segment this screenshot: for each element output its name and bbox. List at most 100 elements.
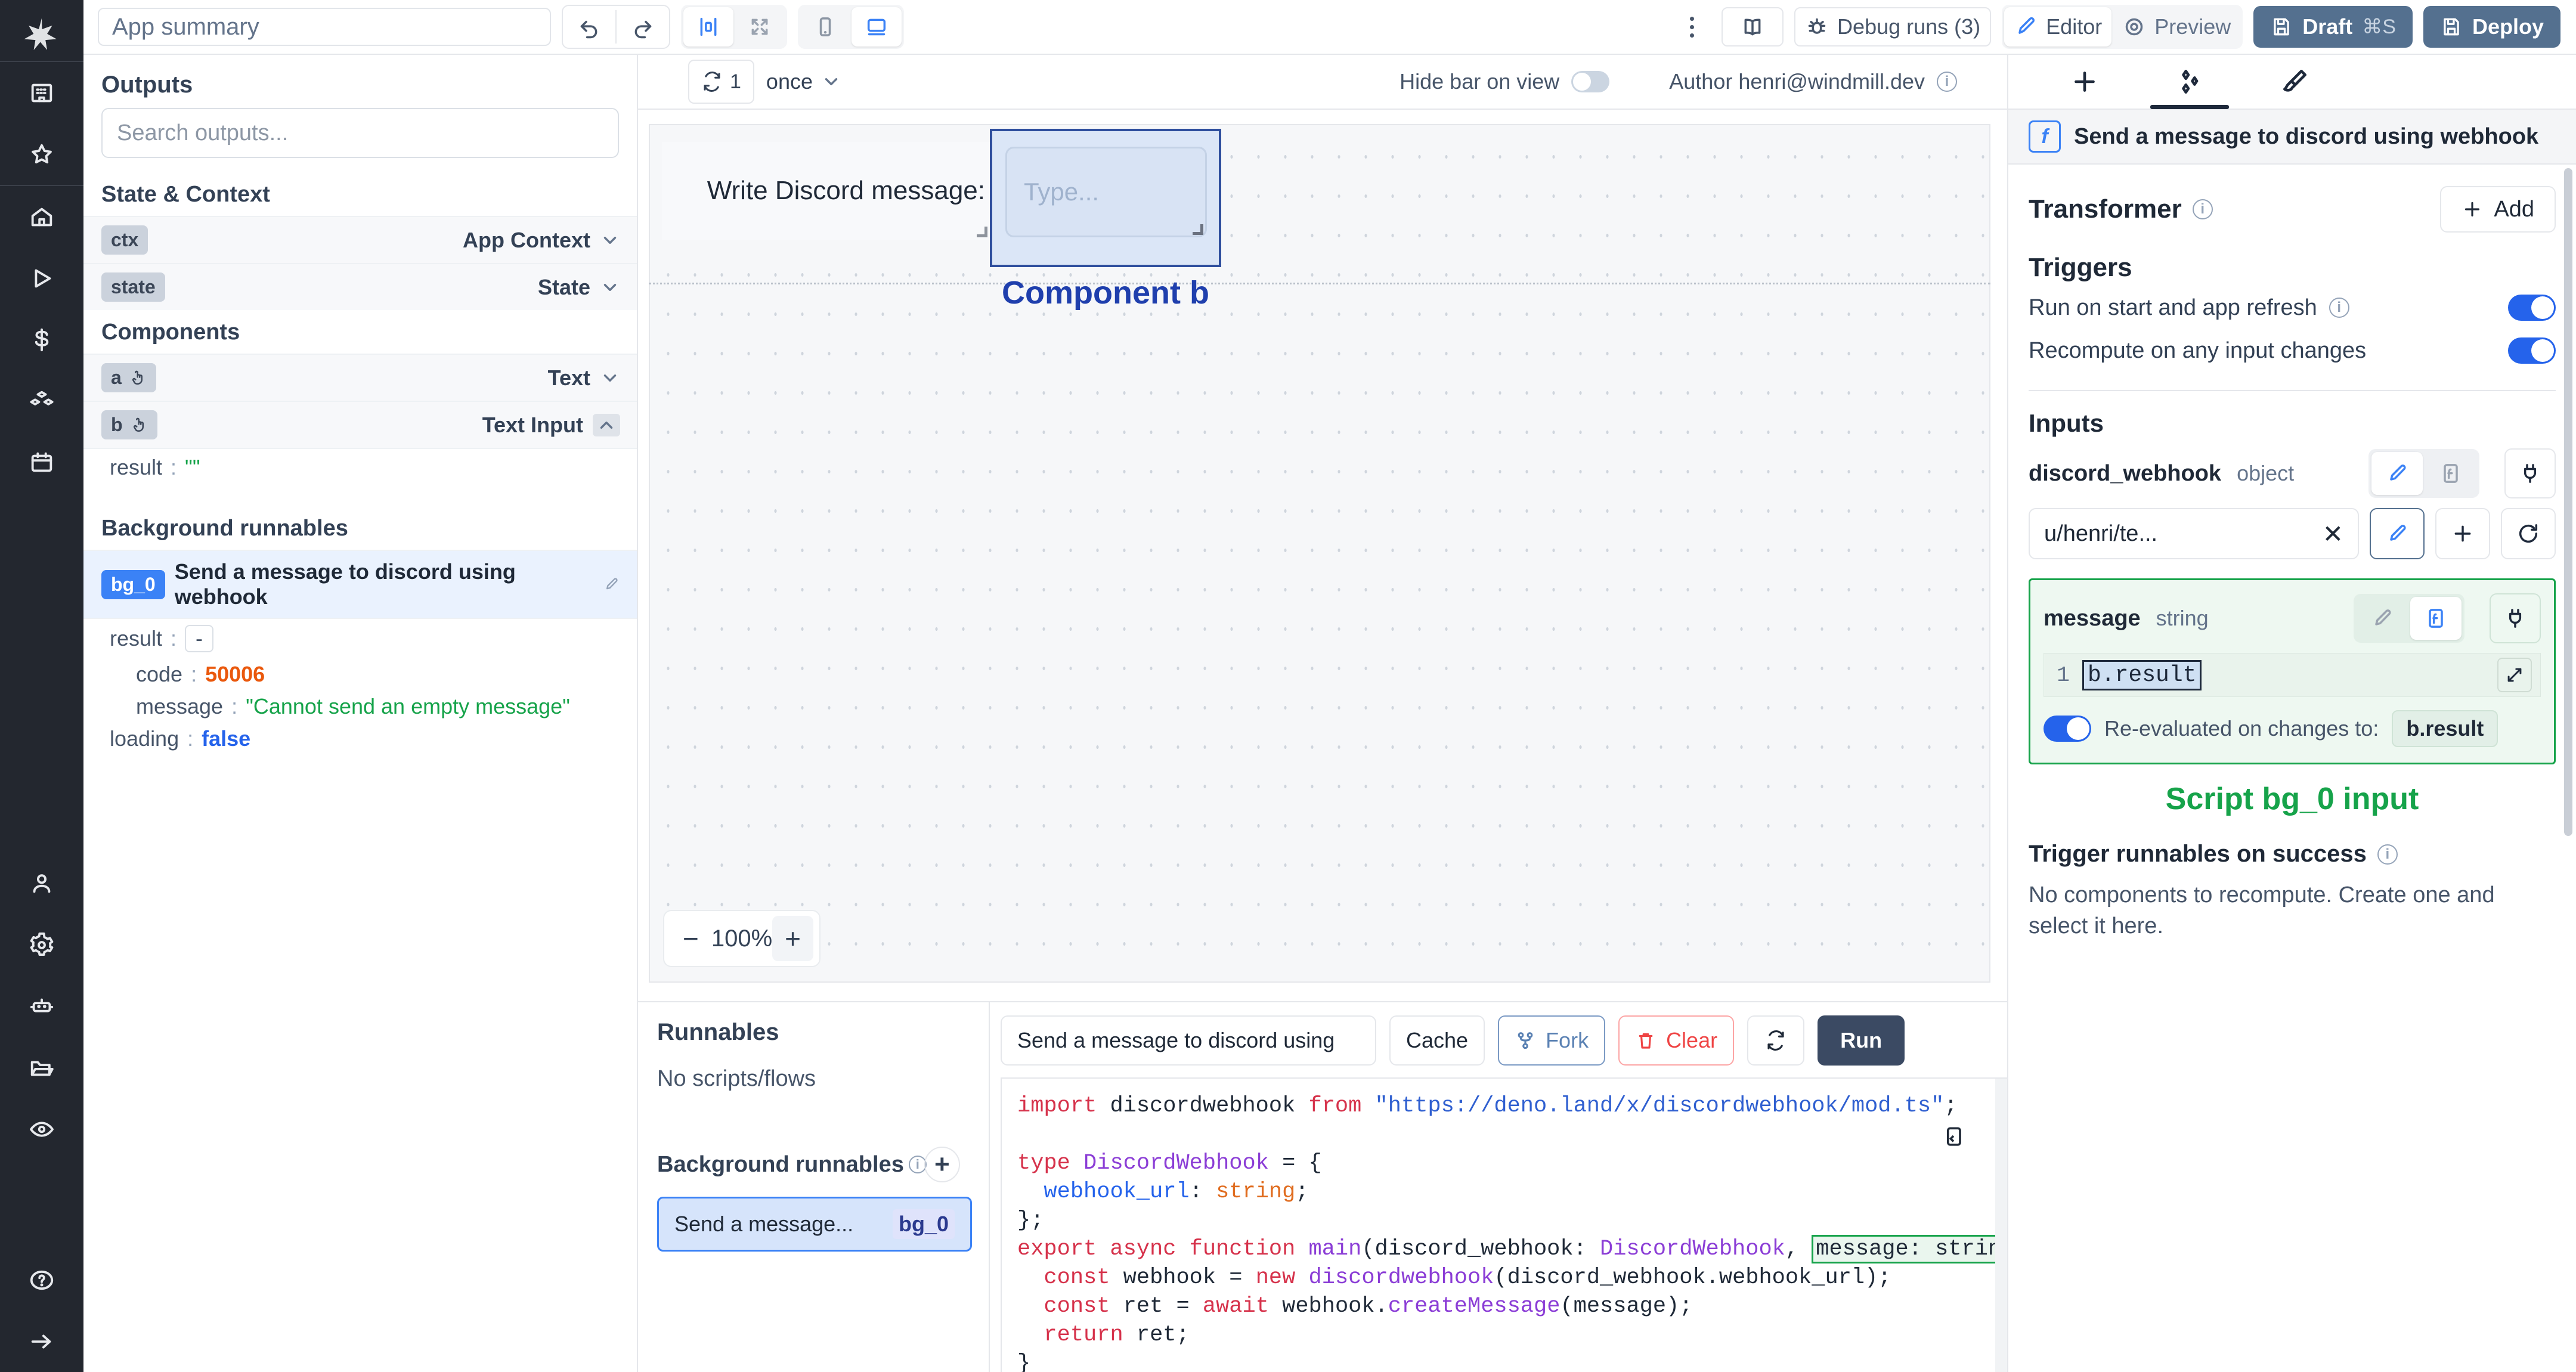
input-message-expr-mode[interactable] [2410,597,2462,640]
preview-tab[interactable]: Preview [2113,7,2240,47]
search-outputs-input[interactable]: Search outputs... [101,108,619,158]
trigger-run-on-start-toggle[interactable] [2508,295,2556,321]
trigger-recompute-toggle[interactable] [2508,337,2556,364]
text-input-field[interactable]: Type... [1005,147,1207,237]
app-title-input[interactable]: App summary [98,8,551,46]
more-options-button[interactable] [1673,7,1711,47]
cache-label: Cache [1406,1028,1469,1052]
debug-runs-button[interactable]: Debug runs (3) [1794,7,1992,47]
draft-button[interactable]: Draft ⌘S [2253,6,2413,48]
info-icon[interactable]: i [1937,72,1957,92]
tab-component[interactable] [2137,54,2242,109]
refresh-interval-box[interactable]: 1 [688,60,754,104]
expand-editor-button[interactable] [2497,658,2532,692]
input-webhook-type: object [2237,461,2295,485]
redo-button[interactable] [618,7,668,47]
input-message-editor[interactable]: 1 b.result [2044,653,2541,697]
refresh-button[interactable] [1747,1015,1805,1066]
sidebar-item-expand[interactable] [0,1311,83,1372]
fork-button[interactable]: Fork [1498,1015,1606,1066]
plus-icon [2075,72,2095,92]
pencil-icon[interactable] [603,575,620,593]
sidebar-item-workspace[interactable] [0,62,83,123]
bg-runnable-row[interactable]: bg_0 Send a message to discord using web… [83,550,637,618]
canvas-component-b[interactable]: Type... [990,129,1221,267]
sidebar-item-schedules[interactable] [0,432,83,493]
component-row-a[interactable]: a Text [83,354,637,401]
colon: : [187,726,194,751]
component-id-b-text: b [111,414,123,435]
bg-field-message-key: message [136,694,224,718]
add-transformer-button[interactable]: Add [2440,186,2556,233]
align-center-button[interactable] [683,7,733,47]
copy-icon[interactable] [1940,1124,1967,1150]
clear-button[interactable]: Clear [1618,1015,1735,1066]
deploy-button[interactable]: Deploy [2423,6,2560,48]
input-message-connect-button[interactable] [2490,593,2541,643]
undo-button[interactable] [564,7,614,47]
clear-icon[interactable]: ✕ [2323,519,2343,549]
sidebar-item-workers[interactable] [0,975,83,1037]
input-webhook-resource-field[interactable]: u/henri/te... ✕ [2029,508,2359,559]
input-webhook-refresh-button[interactable] [2501,508,2556,559]
input-webhook-static-mode[interactable] [2371,452,2423,495]
output-label-ctx: App Context [463,227,590,252]
layout-group [681,5,787,49]
input-webhook-expr-mode[interactable] [2425,452,2476,495]
script-name-input[interactable]: Send a message to discord using [1001,1015,1376,1066]
desktop-view-button[interactable] [852,7,902,47]
sidebar-item-settings[interactable] [0,914,83,975]
info-icon[interactable]: i [2377,844,2398,865]
interval-select[interactable]: once [766,69,841,94]
docs-button[interactable] [1722,7,1784,47]
add-bg-runnable-button[interactable]: + [924,1147,960,1182]
code-scrollbar[interactable] [1995,1079,2007,1372]
input-webhook-add-button[interactable] [2435,508,2490,559]
info-icon[interactable]: i [2329,298,2349,318]
input-message-head: message string [2044,593,2541,653]
input-webhook-edit-button[interactable] [2370,508,2425,559]
component-row-b[interactable]: b Text Input [83,401,637,448]
windmill-logo[interactable] [0,6,83,61]
output-row-state[interactable]: state State [83,263,637,310]
sidebar-item-help[interactable] [0,1249,83,1311]
mobile-view-button[interactable] [800,7,850,47]
run-button[interactable]: Run [1818,1015,1905,1066]
sidebar-item-audit-logs[interactable] [0,1098,83,1160]
zoom-out-button[interactable]: − [670,916,711,961]
input-webhook-connect-button[interactable] [2504,448,2556,498]
sidebar-item-usage[interactable] [0,309,83,370]
app-canvas[interactable]: Write Discord message: Type... Component… [649,124,1990,983]
refresh-icon [1767,1030,1784,1051]
right-panel-scrollbar[interactable] [2564,168,2572,836]
cache-button[interactable]: Cache [1389,1015,1485,1066]
resize-handle[interactable] [977,227,987,237]
sidebar-item-resources[interactable] [0,370,83,432]
pencil-icon [2390,464,2406,481]
input-message-reeval-toggle[interactable] [2044,716,2091,742]
bg-runnable-label: Send a message to discord using webhook [174,559,516,609]
sidebar-item-account[interactable] [0,853,83,914]
sidebar-item-favorites[interactable] [0,123,83,185]
bg-result-row: result : - [83,618,637,658]
expand-button[interactable] [735,7,785,47]
sidebar-item-runs[interactable] [0,247,83,309]
zoom-in-button[interactable]: + [772,916,813,961]
bg-runnable-list-item[interactable]: Send a message... bg_0 [657,1197,972,1252]
center-column: 1 once Hide bar on view Author henri@win… [638,55,2008,1372]
input-message-reeval-value: b.result [2392,710,2498,747]
sidebar-item-home[interactable] [0,186,83,247]
info-icon[interactable]: i [2192,199,2213,219]
input-message-static-mode[interactable] [2357,597,2408,640]
sidebar-item-folders[interactable] [0,1037,83,1098]
trigger-success-title: Trigger runnables on success i [2029,841,2556,879]
canvas-component-a[interactable]: Write Discord message: [662,142,990,240]
hide-bar-toggle[interactable] [1571,71,1610,92]
output-row-ctx[interactable]: ctx App Context [83,216,637,263]
editor-tab[interactable]: Editor [2004,7,2112,47]
tab-style[interactable] [2242,54,2347,109]
resize-handle[interactable] [1193,224,1203,235]
code-area[interactable]: import discordwebhook from "https://deno… [1001,1077,2007,1372]
tab-add[interactable] [2032,54,2137,109]
collapse-toggle-b[interactable] [593,413,620,436]
